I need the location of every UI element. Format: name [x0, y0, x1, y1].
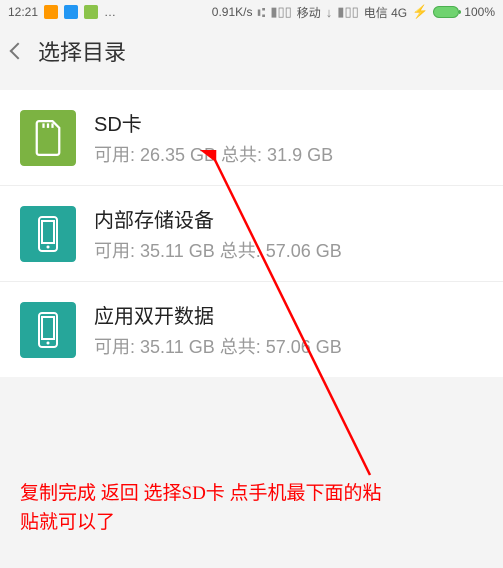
storage-list: SD卡 可用: 26.35 GB 总共: 31.9 GB 内部存储设备 可用: …	[0, 90, 503, 377]
carrier-2: 电信 4G	[364, 4, 407, 21]
phone-storage-icon	[20, 206, 76, 262]
signal-icon-1: ▮▯▯	[270, 4, 291, 20]
page-title: 选择目录	[38, 35, 126, 67]
annotation-text: 复制完成 返回 选择SD卡 点手机最下面的粘 贴就可以了	[20, 480, 382, 537]
battery-percent: 100%	[464, 5, 495, 19]
battery-icon	[433, 6, 459, 18]
storage-item-sub: 可用: 35.11 GB 总共: 57.06 GB	[94, 333, 342, 359]
down-arrow-icon: ↓	[326, 5, 333, 20]
storage-item-title: SD卡	[94, 108, 333, 137]
storage-item-appdata[interactable]: 应用双开数据 可用: 35.11 GB 总共: 57.06 GB	[0, 282, 503, 377]
storage-item-title: 内部存储设备	[94, 204, 342, 233]
header: 选择目录	[0, 24, 503, 78]
storage-item-internal[interactable]: 内部存储设备 可用: 35.11 GB 总共: 57.06 GB	[0, 186, 503, 282]
app-icon-1	[44, 5, 58, 19]
app-icon-3	[84, 5, 98, 19]
status-time: 12:21	[8, 5, 38, 19]
charging-icon: ⚡	[412, 4, 428, 20]
signal-icon-2: ▮▯▯	[337, 4, 358, 20]
carrier-1: 移动	[297, 4, 321, 21]
sd-card-icon	[20, 110, 76, 166]
storage-item-sd[interactable]: SD卡 可用: 26.35 GB 总共: 31.9 GB	[0, 90, 503, 186]
storage-item-sub: 可用: 35.11 GB 总共: 57.06 GB	[94, 237, 342, 263]
storage-item-sub: 可用: 26.35 GB 总共: 31.9 GB	[94, 141, 333, 167]
annotation-line-1: 复制完成 返回 选择SD卡 点手机最下面的粘	[20, 483, 382, 504]
back-icon[interactable]	[10, 43, 27, 60]
storage-item-title: 应用双开数据	[94, 300, 342, 329]
app-icon-2	[64, 5, 78, 19]
phone-appdata-icon	[20, 302, 76, 358]
status-bar: 12:21 … 0.91K/s ⑆ ▮▯▯ 移动 ↓ ▮▯▯ 电信 4G ⚡ 1…	[0, 0, 503, 24]
annotation-line-2: 贴就可以了	[20, 512, 115, 533]
wifi-icon: ⑆	[258, 5, 266, 20]
status-speed: 0.91K/s	[212, 5, 253, 19]
status-more: …	[104, 5, 116, 19]
